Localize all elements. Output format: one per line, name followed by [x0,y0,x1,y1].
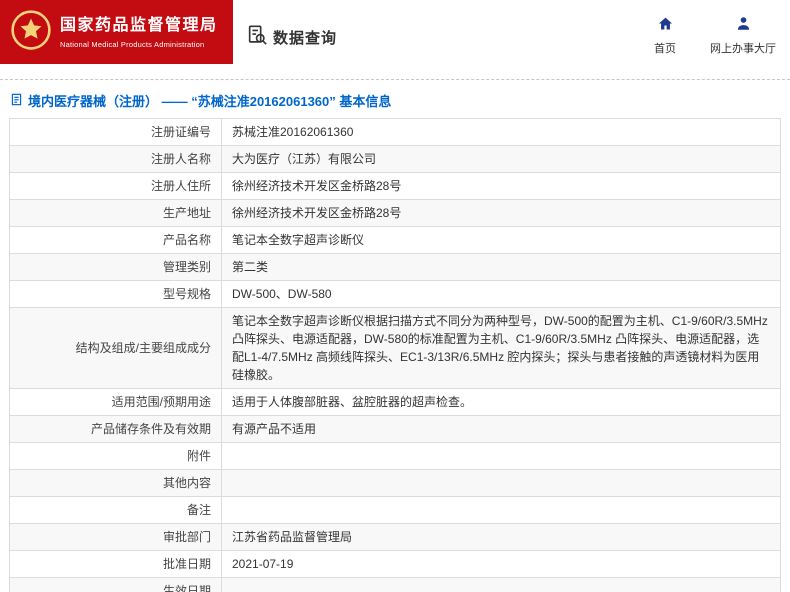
row-value: DW-500、DW-580 [222,281,781,308]
row-label-text: 生产地址 [163,206,211,220]
row-label-text: 附件 [187,449,211,463]
row-value: 笔记本全数字超声诊断仪 [222,227,781,254]
table-row: 备注 [10,497,781,524]
row-value: 第二类 [222,254,781,281]
row-label-text: 型号规格 [163,287,211,301]
nav-home[interactable]: 首页 [654,16,676,56]
row-label: 备注 [10,497,222,524]
row-label: 结构及组成/主要组成成分 [10,308,222,389]
row-label: 其他内容 [10,470,222,497]
row-label-text: 管理类别 [163,260,211,274]
nav-service-hall-label: 网上办事大厅 [710,40,776,56]
row-label: 注册人住所 [10,173,222,200]
info-table-body: 注册证编号苏械注准20162061360注册人名称大为医疗（江苏）有限公司注册人… [10,119,781,592]
row-label: 生产地址 [10,200,222,227]
row-label-text: 批准日期 [163,557,211,571]
row-value: 笔记本全数字超声诊断仪根据扫描方式不同分为两种型号，DW-500的配置为主机、C… [222,308,781,389]
table-row: 生效日期 [10,578,781,592]
row-value: 徐州经济技术开发区金桥路28号 [222,173,781,200]
row-value [222,470,781,497]
row-label-text: 注册人名称 [151,152,211,166]
table-row: 产品储存条件及有效期有源产品不适用 [10,416,781,443]
row-label: 注册证编号 [10,119,222,146]
row-value: 徐州经济技术开发区金桥路28号 [222,200,781,227]
row-value [222,578,781,592]
row-label-text: 其他内容 [163,476,211,490]
org-name-en: National Medical Products Administration [60,40,218,49]
page-title-text: 境内医疗器械（注册） —— “苏械注准20162061360” 基本信息 [28,91,391,110]
org-name-cn: 国家药品监督管理局 [60,16,218,36]
row-label-text: 备注 [187,503,211,517]
table-row: 审批部门江苏省药品监督管理局 [10,524,781,551]
row-label: 管理类别 [10,254,222,281]
info-table: 注册证编号苏械注准20162061360注册人名称大为医疗（江苏）有限公司注册人… [9,118,781,592]
row-label: 型号规格 [10,281,222,308]
nav-service-hall[interactable]: 网上办事大厅 [710,16,776,56]
row-label-text: 审批部门 [163,530,211,544]
table-row: 注册人住所徐州经济技术开发区金桥路28号 [10,173,781,200]
row-label: 产品名称 [10,227,222,254]
row-label-text: 生效日期 [163,584,211,592]
row-label: 产品储存条件及有效期 [10,416,222,443]
org-names: 国家药品监督管理局 National Medical Products Admi… [60,16,218,49]
row-value: 有源产品不适用 [222,416,781,443]
data-query-nav[interactable]: 数据查询 [246,24,337,51]
row-label: 生效日期 [10,578,222,592]
row-label: 适用范围/预期用途 [10,389,222,416]
home-icon [658,16,673,36]
row-value: 大为医疗（江苏）有限公司 [222,146,781,173]
data-query-icon [246,24,268,51]
data-query-label: 数据查询 [273,27,337,48]
person-icon [736,16,751,36]
document-icon [10,93,23,109]
nmpa-logo[interactable]: 国家药品监督管理局 National Medical Products Admi… [0,0,233,64]
row-label-text: 注册证编号 [151,125,211,139]
row-value: 苏械注准20162061360 [222,119,781,146]
row-value: 2021-07-19 [222,551,781,578]
table-row: 批准日期 2021-07-19 [10,551,781,578]
national-emblem-icon [10,9,52,56]
table-row: 其他内容 [10,470,781,497]
site-header: 国家药品监督管理局 National Medical Products Admi… [0,0,790,80]
row-label-text: 产品名称 [163,233,211,247]
row-label: 注册人名称 [10,146,222,173]
row-label-text: 结构及组成/主要组成成分 [76,341,211,355]
row-label-text: 注册人住所 [151,179,211,193]
top-nav: 首页 网上办事大厅 [654,16,776,56]
table-row: 结构及组成/主要组成成分笔记本全数字超声诊断仪根据扫描方式不同分为两种型号，DW… [10,308,781,389]
row-value: 江苏省药品监督管理局 [222,524,781,551]
table-row: 注册人名称大为医疗（江苏）有限公司 [10,146,781,173]
row-label: 审批部门 [10,524,222,551]
row-label-text: 适用范围/预期用途 [112,395,211,409]
table-row: 注册证编号苏械注准20162061360 [10,119,781,146]
table-row: 适用范围/预期用途适用于人体腹部脏器、盆腔脏器的超声检查。 [10,389,781,416]
nav-home-label: 首页 [654,40,676,56]
row-label: 批准日期 [10,551,222,578]
row-label-text: 产品储存条件及有效期 [91,422,211,436]
row-value [222,443,781,470]
row-value: 适用于人体腹部脏器、盆腔脏器的超声检查。 [222,389,781,416]
table-row: 管理类别第二类 [10,254,781,281]
row-value [222,497,781,524]
table-row: 型号规格 DW-500、DW-580 [10,281,781,308]
table-row: 附件 [10,443,781,470]
table-row: 生产地址徐州经济技术开发区金桥路28号 [10,200,781,227]
table-row: 产品名称笔记本全数字超声诊断仪 [10,227,781,254]
page-title: 境内医疗器械（注册） —— “苏械注准20162061360” 基本信息 [10,91,790,110]
row-label: 附件 [10,443,222,470]
